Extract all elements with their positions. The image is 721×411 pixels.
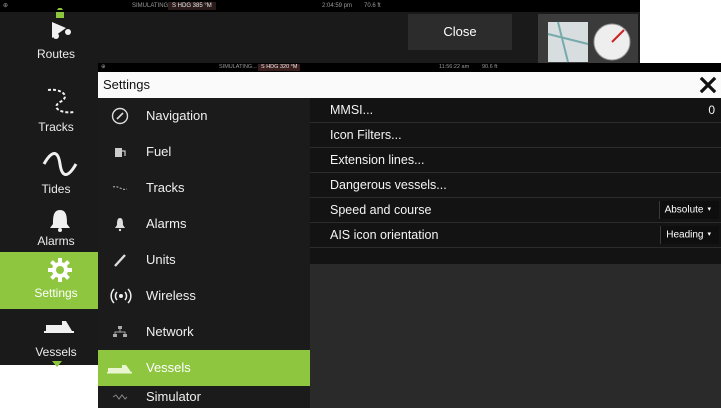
vessel-icon — [106, 359, 134, 377]
settings-content-panel: MMSI... 0 Icon Filters... Extension line… — [310, 98, 721, 408]
row-icon-filters[interactable]: Icon Filters... — [310, 123, 721, 148]
menu-label-navigation: Navigation — [146, 108, 208, 123]
sidebar-label-routes: Routes — [36, 47, 76, 61]
menu-label-network: Network — [146, 324, 194, 339]
heading-readout: S HDG 385 °M — [168, 2, 216, 10]
sidebar-label-vessels: Vessels — [35, 345, 77, 359]
settings-titlebar: Settings — [98, 72, 721, 98]
routes-icon — [42, 6, 78, 39]
chart-thumbnail — [538, 14, 638, 66]
menu-label-fuel: Fuel — [146, 144, 172, 159]
speed-course-selected: Absolute — [664, 204, 704, 216]
time-readout: 11:56:22 am — [439, 64, 470, 70]
heading-readout: S HDG 320 °M — [258, 64, 301, 71]
sidebar-item-settings[interactable]: Settings — [0, 252, 112, 309]
row-label-speed-and-course: Speed and course — [330, 203, 432, 217]
sidebar-label-alarms: Alarms — [37, 234, 75, 248]
row-ais-icon-orientation: AIS icon orientation Heading ▾ — [310, 223, 721, 248]
menu-item-units[interactable]: Units — [98, 242, 310, 278]
row-speed-and-course: Speed and course Absolute ▾ — [310, 198, 721, 223]
menu-label-units: Units — [146, 252, 176, 267]
sidebar-item-routes[interactable]: Routes — [0, 4, 112, 66]
close-button[interactable]: Close — [408, 14, 512, 50]
menu-label-wireless: Wireless — [146, 288, 196, 303]
menu-label-alarms: Alarms — [146, 216, 187, 231]
ais-orientation-dropdown[interactable]: Heading ▾ — [660, 226, 719, 244]
menu-item-navigation[interactable]: Navigation — [98, 98, 310, 134]
sidebar-label-tides: Tides — [41, 182, 71, 196]
chevron-down-icon: ▾ — [707, 206, 711, 213]
network-icon — [110, 323, 130, 341]
menu-item-vessels[interactable]: Vessels — [98, 350, 310, 386]
row-dangerous-vessels[interactable]: Dangerous vessels... — [310, 173, 721, 198]
chevron-down-icon: ▾ — [707, 231, 711, 238]
row-label-icon-filters: Icon Filters... — [330, 128, 402, 142]
tides-icon — [42, 152, 78, 182]
row-label-mmsi: MMSI... — [330, 103, 374, 117]
row-label-extension-lines: Extension lines... — [330, 153, 425, 167]
sidebar-item-tracks[interactable]: Tracks — [0, 86, 112, 146]
alarm-bell-icon — [110, 215, 130, 233]
settings-menu: Navigation Fuel Tracks Alarms Units Wire… — [98, 98, 310, 408]
sidebar-label-tracks: Tracks — [38, 120, 74, 134]
speed-course-dropdown[interactable]: Absolute ▾ — [658, 201, 719, 219]
units-icon — [110, 251, 130, 269]
menu-item-tracks[interactable]: Tracks — [98, 170, 310, 206]
close-icon[interactable] — [698, 75, 718, 95]
background-sidebar: Routes Tracks Tides Alarms Settings Vess… — [0, 6, 112, 367]
settings-icon — [42, 256, 78, 286]
fuel-icon — [110, 143, 130, 161]
tracks-icon — [42, 86, 78, 116]
tracks-icon — [110, 179, 130, 197]
settings-title: Settings — [103, 77, 150, 92]
compass-icon — [110, 107, 130, 125]
simulating-label: SIMULATING... — [219, 64, 257, 70]
menu-item-network[interactable]: Network — [98, 314, 310, 350]
scroll-down-indicator-icon — [52, 361, 62, 367]
menu-label-simulator: Simulator — [146, 389, 201, 404]
depth-readout: 70.6 ft — [364, 3, 381, 9]
menu-item-fuel[interactable]: Fuel — [98, 134, 310, 170]
simulator-icon — [110, 388, 130, 406]
gps-icon: ⊕ — [101, 64, 106, 70]
wireless-icon — [110, 287, 132, 305]
ais-orientation-selected: Heading — [666, 229, 704, 241]
sidebar-item-tides[interactable]: Tides — [0, 146, 112, 210]
depth-readout: 90.6 ft — [482, 64, 498, 70]
sidebar-item-alarms[interactable]: Alarms — [0, 208, 112, 254]
row-label-ais-icon-orientation: AIS icon orientation — [330, 228, 439, 242]
menu-item-alarms[interactable]: Alarms — [98, 206, 310, 242]
menu-item-simulator[interactable]: Simulator — [98, 386, 310, 408]
row-mmsi[interactable]: MMSI... 0 — [310, 98, 721, 123]
row-extension-lines[interactable]: Extension lines... — [310, 148, 721, 173]
mmsi-value: 0 — [708, 103, 715, 117]
menu-label-vessels: Vessels — [146, 360, 191, 375]
settings-window: ⊕ SIMULATING... S HDG 320 °M 11:56:22 am… — [98, 63, 721, 408]
settings-status-bar: ⊕ SIMULATING... S HDG 320 °M 11:56:22 am… — [98, 63, 721, 72]
vessels-settings-list: MMSI... 0 Icon Filters... Extension line… — [310, 98, 721, 264]
time-readout: 2:04:59 pm — [322, 3, 353, 9]
menu-item-wireless[interactable]: Wireless — [98, 278, 310, 314]
sidebar-item-vessels[interactable]: Vessels — [0, 317, 112, 367]
sidebar-label-settings: Settings — [34, 286, 78, 300]
menu-label-tracks: Tracks — [146, 180, 185, 195]
row-label-dangerous-vessels: Dangerous vessels... — [330, 178, 447, 192]
